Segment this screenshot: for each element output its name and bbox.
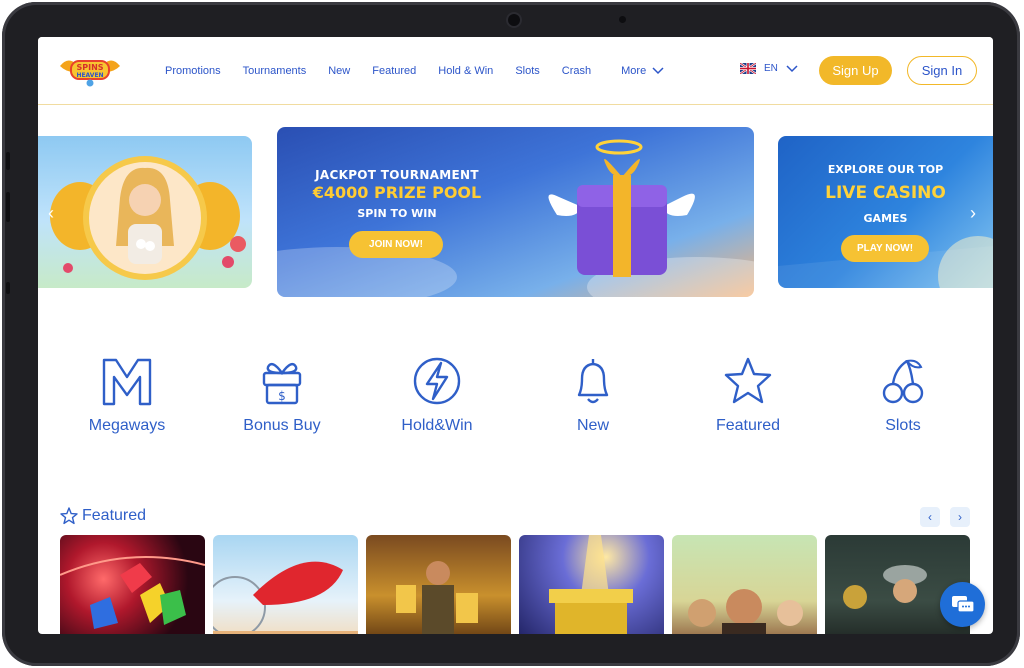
nav-crash[interactable]: Crash (562, 65, 591, 77)
narcos-game-art (688, 589, 803, 634)
banner-mid-line2: €4000 PRIZE POOL (312, 183, 482, 202)
svg-text:$: $ (278, 389, 286, 403)
game-tile[interactable] (60, 535, 205, 634)
logo-graphic: SPINS HEAVEN (60, 60, 120, 87)
category-label: New (576, 417, 609, 434)
banner-left-angel[interactable] (38, 136, 252, 288)
logo-text-bottom: HEAVEN (76, 72, 103, 79)
explorer-game-art (396, 561, 478, 634)
category-featured[interactable]: Featured (688, 355, 808, 435)
category-new[interactable]: New (533, 355, 653, 435)
gems-game-art (60, 556, 205, 629)
gift-dollar-icon: $ (262, 362, 302, 405)
nav-slots[interactable]: Slots (515, 65, 539, 77)
hardware-button (6, 282, 10, 294)
banner-right-line2: LIVE CASINO (825, 183, 946, 203)
carousel-next-arrow[interactable]: › (970, 203, 976, 224)
star-icon (60, 507, 78, 525)
chat-bubble-icon (951, 595, 975, 613)
angel-illustration (50, 156, 246, 280)
banner-jackpot-tournament[interactable]: JACKPOT TOURNAMENT €4000 PRIZE POOL SPIN… (277, 127, 754, 297)
sign-up-button[interactable]: Sign Up (819, 56, 892, 85)
logo-text-top: SPINS (76, 63, 103, 72)
nav-promotions[interactable]: Promotions (165, 65, 221, 77)
category-megaways[interactable]: Megaways (67, 355, 187, 435)
nav-more-label: More (621, 65, 647, 77)
browser-screen: SPINS HEAVEN Promotions Tournaments New … (38, 37, 993, 634)
fair-game-art (213, 561, 358, 634)
hardware-button (6, 152, 10, 170)
main-nav: Promotions Tournaments New Featured Hold… (165, 37, 664, 105)
cherries-icon (882, 359, 924, 404)
banner-right-line3: GAMES (863, 212, 908, 225)
category-bonus-buy[interactable]: $ Bonus Buy (222, 355, 342, 435)
banner-right-line1: EXPLORE OUR TOP (827, 163, 944, 176)
nav-featured[interactable]: Featured (372, 65, 416, 77)
chevron-down-icon (786, 64, 798, 72)
featured-prev-button[interactable]: ‹ (920, 507, 940, 527)
lightning-icon (413, 357, 461, 405)
camera-dot (508, 14, 520, 26)
category-label: Hold&Win (401, 417, 473, 434)
megaways-icon (102, 358, 152, 406)
play-now-button[interactable]: PLAY NOW! (841, 235, 929, 262)
uk-flag-icon (740, 63, 756, 74)
join-now-button[interactable]: JOIN NOW! (349, 231, 443, 258)
game-tile[interactable] (366, 535, 511, 634)
sign-in-button[interactable]: Sign In (907, 56, 977, 85)
carousel-prev-arrow[interactable]: ‹ (48, 203, 54, 224)
bell-icon (577, 359, 609, 404)
banner-mid-line1: JACKPOT TOURNAMENT (315, 168, 479, 182)
category-hold-and-win[interactable]: Hold&Win (377, 355, 497, 435)
site-header: SPINS HEAVEN Promotions Tournaments New … (38, 37, 993, 105)
tablet-frame: SPINS HEAVEN Promotions Tournaments New … (2, 2, 1020, 666)
star-icon (724, 357, 772, 404)
game-tile[interactable] (519, 535, 664, 634)
language-code: EN (764, 63, 778, 74)
nav-hold-and-win[interactable]: Hold & Win (438, 65, 493, 77)
treasure-chest-game-art (549, 535, 633, 634)
nav-new[interactable]: New (328, 65, 350, 77)
category-label: Bonus Buy (243, 417, 321, 434)
nav-tournaments[interactable]: Tournaments (243, 65, 307, 77)
site-logo[interactable]: SPINS HEAVEN (58, 52, 122, 88)
hardware-button (6, 192, 10, 222)
nav-more-dropdown[interactable]: More (621, 65, 664, 77)
category-label: Featured (715, 417, 781, 434)
game-tile[interactable] (213, 535, 358, 634)
category-slots[interactable]: Slots (843, 355, 963, 435)
language-selector[interactable]: EN (740, 63, 798, 74)
featured-title-text: Featured (82, 507, 147, 524)
banner-mid-line3: SPIN TO WIN (357, 207, 437, 220)
featured-next-button[interactable]: › (950, 507, 970, 527)
chevron-down-icon (652, 67, 664, 75)
category-label: Slots (885, 417, 921, 434)
live-chat-button[interactable] (940, 582, 985, 627)
featured-section-title: Featured (60, 507, 146, 525)
game-tile[interactable] (672, 535, 817, 634)
banner-live-casino[interactable]: EXPLORE OUR TOP LIVE CASINO GAMES PLAY N… (778, 136, 993, 288)
category-label: Megaways (88, 417, 166, 434)
sensor-dot (619, 16, 626, 23)
